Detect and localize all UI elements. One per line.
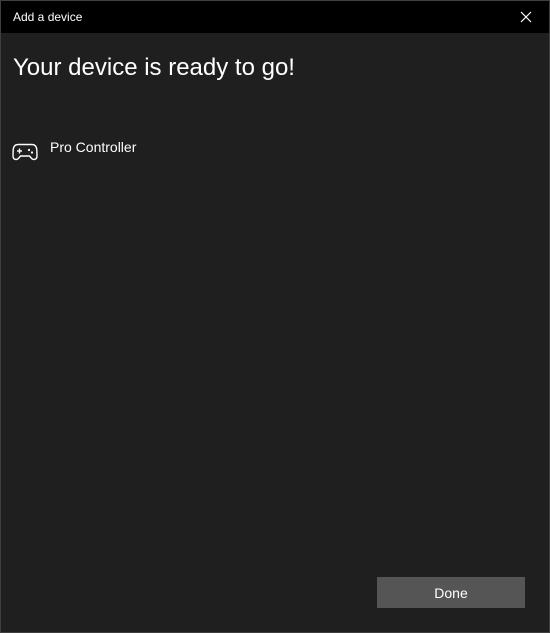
add-device-dialog: Add a device Your device is ready to go!…: [0, 0, 550, 633]
close-icon: [520, 11, 532, 23]
device-item: Pro Controller: [12, 137, 312, 163]
done-button[interactable]: Done: [377, 577, 525, 608]
device-name: Pro Controller: [50, 139, 137, 155]
window-title: Add a device: [13, 10, 83, 24]
gamepad-icon: [12, 143, 38, 161]
title-bar: Add a device: [1, 1, 549, 33]
close-button[interactable]: [503, 1, 549, 33]
page-heading: Your device is ready to go!: [13, 54, 295, 81]
